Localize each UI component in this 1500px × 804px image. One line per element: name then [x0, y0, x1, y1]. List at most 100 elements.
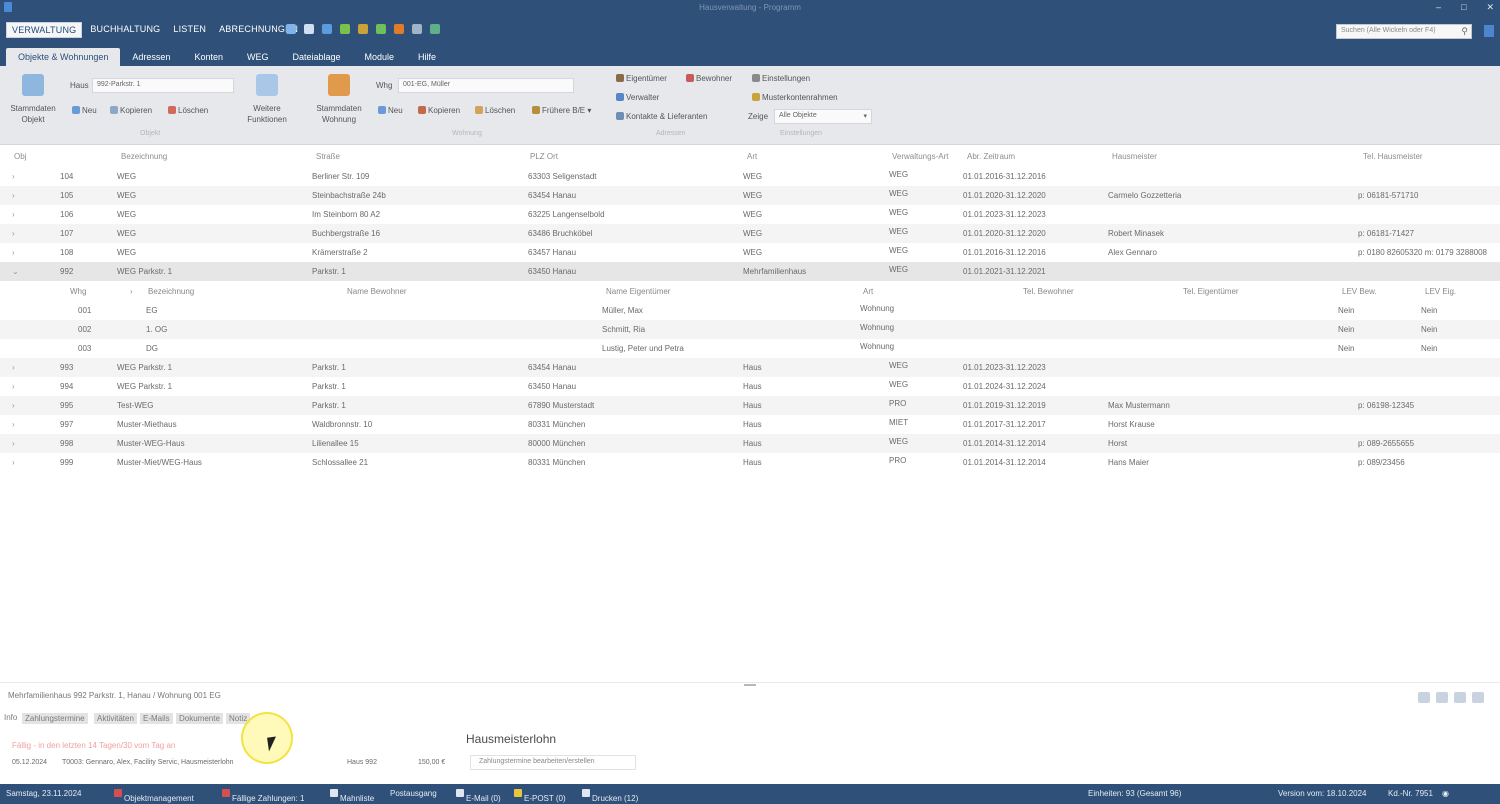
expand-icon[interactable]: › — [12, 401, 19, 410]
neu-button[interactable]: Neu — [72, 106, 97, 115]
payment-row[interactable]: 05.12.2024 T0003: Gennaro, Alex, Facilit… — [0, 756, 1500, 771]
mail-icon[interactable] — [304, 24, 314, 34]
status-epost[interactable]: E-POST (0) — [514, 789, 566, 803]
print-icon[interactable] — [1436, 692, 1448, 703]
table-row[interactable]: › 995 Test-WEG Parkstr. 1 67890 Musterst… — [0, 396, 1500, 415]
table-row[interactable]: › 999 Muster-Miet/WEG-Haus Schlossallee … — [0, 453, 1500, 472]
subcol-whg[interactable]: Whg — [70, 287, 86, 296]
menu-buchhaltung[interactable]: BUCHHALTUNG — [85, 22, 165, 38]
subcol-lev-bew[interactable]: LEV Bew. — [1342, 287, 1377, 296]
subcol-lev-eig[interactable]: LEV Eig. — [1425, 287, 1456, 296]
table-row[interactable]: › 994 WEG Parkstr. 1 Parkstr. 1 63450 Ha… — [0, 377, 1500, 396]
subcol-art[interactable]: Art — [863, 287, 873, 296]
tab-hilfe[interactable]: Hilfe — [406, 48, 448, 68]
col-art[interactable]: Art — [747, 152, 757, 161]
kopieren-wohnung-button[interactable]: Kopieren — [418, 106, 460, 115]
musterkontenrahmen-button[interactable]: Musterkontenrahmen — [752, 93, 838, 102]
loeschen-wohnung-button[interactable]: Löschen — [475, 106, 515, 115]
splitter-grip-icon[interactable] — [744, 684, 756, 686]
search-icon[interactable]: ⚲ — [1461, 26, 1468, 37]
table-row[interactable]: › 997 Muster-Miethaus Waldbronnstr. 10 8… — [0, 415, 1500, 434]
expand-icon[interactable]: › — [12, 248, 19, 257]
bewohner-button[interactable]: Bewohner — [686, 74, 732, 83]
subcol-name-eigentuemer[interactable]: Name Eigentümer — [606, 287, 670, 296]
table-row[interactable]: › 107 WEG Buchbergstraße 16 63486 Bruchk… — [0, 224, 1500, 243]
subcol-name-bewohner[interactable]: Name Bewohner — [347, 287, 407, 296]
status-mahnliste[interactable]: Mahnliste — [330, 789, 374, 803]
list-icon[interactable] — [358, 24, 368, 34]
users-icon[interactable] — [430, 24, 440, 34]
notification-icon[interactable]: ◉ — [1442, 789, 1449, 798]
tab-emails[interactable]: E-Mails — [140, 713, 173, 724]
tab-dokumente[interactable]: Dokumente — [176, 713, 223, 724]
subgrid-row[interactable]: 002 1. OG Schmitt, Ria Wohnung Nein Nein — [0, 320, 1500, 339]
tab-zahlungstermine[interactable]: Zahlungstermine — [22, 713, 88, 724]
status-drucken[interactable]: Drucken (12) — [582, 789, 638, 803]
tab-info[interactable]: Info — [4, 713, 17, 722]
tab-konten[interactable]: Konten — [182, 48, 235, 68]
calendar-icon[interactable] — [412, 24, 422, 34]
status-faellige-zahlungen[interactable]: Fällige Zahlungen: 1 — [222, 789, 305, 803]
zeige-select[interactable]: Alle Objekte ▾ — [774, 109, 872, 124]
expand-icon[interactable]: › — [12, 172, 19, 181]
expand-icon[interactable]: › — [12, 210, 19, 219]
table-row[interactable]: › 998 Muster-WEG-Haus Lilienallee 15 800… — [0, 434, 1500, 453]
whg-select[interactable]: 001-EG, Müller — [398, 78, 574, 93]
save-icon[interactable] — [1454, 692, 1466, 703]
table-row[interactable]: › 993 WEG Parkstr. 1 Parkstr. 1 63454 Ha… — [0, 358, 1500, 377]
col-plz-ort[interactable]: PLZ Ort — [530, 152, 558, 161]
status-email[interactable]: E-Mail (0) — [456, 789, 501, 803]
subcol-tel-eigentuemer[interactable]: Tel. Eigentümer — [1183, 287, 1239, 296]
col-hausmeister[interactable]: Hausmeister — [1112, 152, 1157, 161]
collapse-icon[interactable]: ⌄ — [12, 267, 19, 276]
panel-toggle-icon[interactable] — [1484, 25, 1494, 37]
expand-icon[interactable]: › — [12, 363, 19, 372]
eigentuemer-button[interactable]: Eigentümer — [616, 74, 667, 83]
table-row[interactable]: › 106 WEG Im Steinborn 80 A2 63225 Lange… — [0, 205, 1500, 224]
play-icon[interactable] — [340, 24, 350, 34]
kopieren-button[interactable]: Kopieren — [110, 106, 152, 115]
minimize-icon[interactable]: – — [1436, 2, 1441, 13]
office-icon[interactable] — [394, 24, 404, 34]
expand-icon[interactable]: › — [12, 420, 19, 429]
zahlungstermine-bearbeiten-button[interactable]: Zahlungstermine bearbeiten/erstellen — [470, 755, 636, 770]
tab-objekte-wohnungen[interactable]: Objekte & Wohnungen — [6, 48, 121, 68]
refresh-icon[interactable] — [1418, 692, 1430, 703]
sync-icon[interactable] — [322, 24, 332, 34]
close-icon[interactable]: ✕ — [1486, 2, 1494, 13]
subgrid-row[interactable]: 001 EG Müller, Max Wohnung Nein Nein — [0, 301, 1500, 320]
tab-dateiablage[interactable]: Dateiablage — [280, 48, 352, 68]
menu-verwaltung[interactable]: VERWALTUNG — [6, 22, 83, 38]
kontakte-button[interactable]: Kontakte & Lieferanten — [616, 112, 707, 121]
menu-icon[interactable] — [1472, 692, 1484, 703]
stammdaten-wohnung-button[interactable]: Stammdaten Wohnung — [308, 103, 370, 125]
stammdaten-objekt-button[interactable]: Stammdaten Objekt — [6, 103, 60, 125]
status-objektmanagement[interactable]: Objektmanagement — [114, 789, 194, 803]
expand-icon[interactable]: › — [12, 229, 19, 238]
col-strasse[interactable]: Straße — [316, 152, 340, 161]
col-verwaltungsart[interactable]: Verwaltungs-Art — [892, 152, 948, 161]
tab-aktivitaeten[interactable]: Aktivitäten — [94, 713, 137, 724]
download-icon[interactable] — [376, 24, 386, 34]
tab-weg[interactable]: WEG — [235, 48, 281, 68]
splitter[interactable] — [0, 682, 1500, 683]
fruehere-be-button[interactable]: Frühere B/E ▾ — [532, 106, 591, 115]
expand-icon[interactable]: › — [12, 439, 19, 448]
table-row[interactable]: › 108 WEG Krämerstraße 2 63457 Hanau WEG… — [0, 243, 1500, 262]
table-row[interactable]: › 105 WEG Steinbachstraße 24b 63454 Hana… — [0, 186, 1500, 205]
loeschen-button[interactable]: Löschen — [168, 106, 208, 115]
einstellungen-button[interactable]: Einstellungen — [752, 74, 810, 83]
subcol-tel-bewohner[interactable]: Tel. Bewohner — [1023, 287, 1074, 296]
status-postausgang[interactable]: Postausgang — [390, 789, 437, 798]
expand-icon[interactable]: › — [12, 382, 19, 391]
subgrid-row[interactable]: 003 DG Lustig, Peter und Petra Wohnung N… — [0, 339, 1500, 358]
weitere-funktionen-button[interactable]: Weitere Funktionen — [236, 103, 298, 125]
col-obj[interactable]: Obj — [14, 152, 26, 161]
col-tel-hausmeister[interactable]: Tel. Hausmeister — [1363, 152, 1423, 161]
maximize-icon[interactable]: □ — [1461, 2, 1466, 13]
haus-select[interactable]: 992-Parkstr. 1 — [92, 78, 234, 93]
tab-module[interactable]: Module — [353, 48, 407, 68]
verwalter-button[interactable]: Verwalter — [616, 93, 659, 102]
tab-adressen[interactable]: Adressen — [120, 48, 182, 68]
expand-icon[interactable]: › — [12, 191, 19, 200]
